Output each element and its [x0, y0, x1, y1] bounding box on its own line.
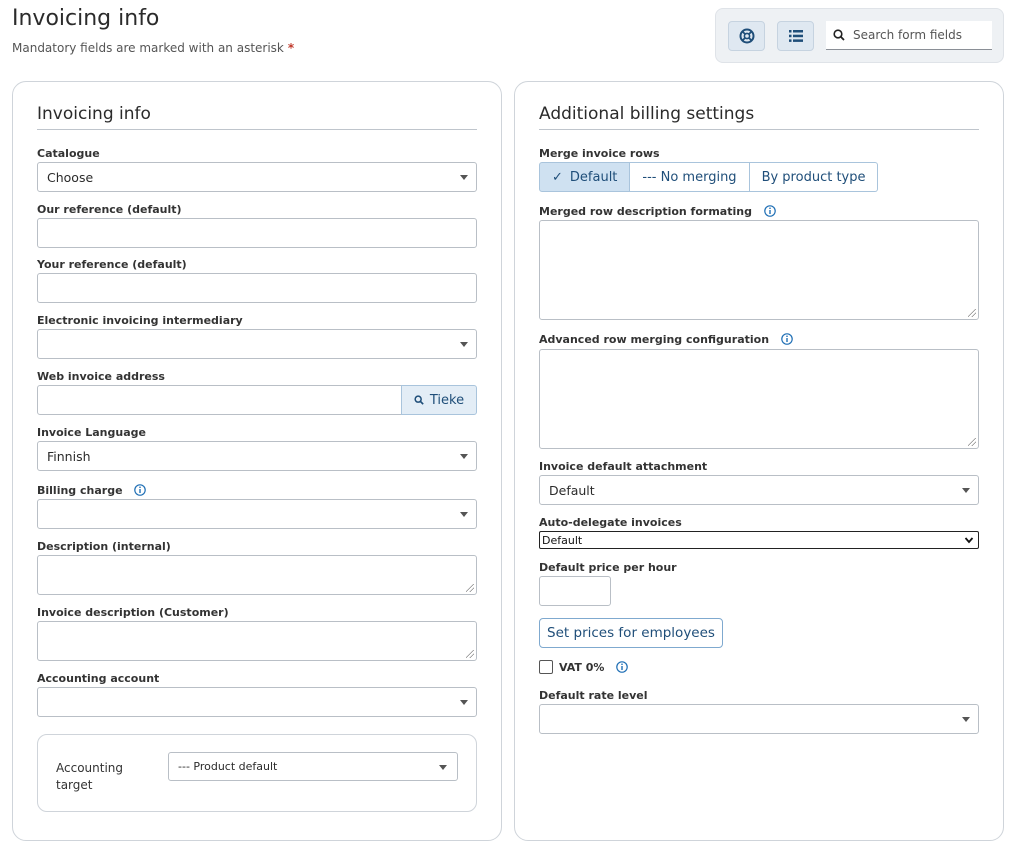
search-box	[826, 21, 992, 50]
info-icon[interactable]	[134, 484, 147, 496]
catalogue-value: Choose	[47, 169, 94, 185]
billing-charge-label: Billing charge	[37, 484, 147, 497]
description-internal-textarea[interactable]	[37, 555, 477, 595]
divider	[539, 129, 979, 130]
page-toolbar	[715, 8, 1004, 63]
chevron-down-icon	[439, 765, 447, 770]
einvoicing-intermediary-select[interactable]	[37, 329, 477, 359]
advanced-row-merging-label-text: Advanced row merging configuration	[539, 333, 770, 346]
merge-option-default-label: Default	[569, 169, 618, 185]
invoice-language-label: Invoice Language	[37, 426, 146, 439]
tieke-label: Tieke	[429, 392, 465, 408]
advanced-row-merging-label: Advanced row merging configuration	[539, 333, 793, 346]
card-title: Additional billing settings	[539, 104, 755, 124]
merge-option-default[interactable]: ✓ Default	[539, 162, 631, 192]
merge-option-no-merging-label: --- No merging	[642, 169, 737, 185]
chevron-down-icon	[460, 454, 468, 459]
catalogue-select[interactable]: Choose	[37, 162, 477, 192]
einvoicing-intermediary-label: Electronic invoicing intermediary	[37, 314, 243, 327]
web-invoice-address-input[interactable]	[37, 385, 402, 415]
merged-row-description-label-text: Merged row description formating	[539, 205, 752, 218]
auto-delegate-label: Auto-delegate invoices	[539, 516, 682, 529]
merged-row-description-textarea[interactable]	[539, 220, 979, 320]
vat-zero-label: VAT 0%	[559, 661, 629, 674]
mandatory-note: Mandatory fields are marked with an aste…	[12, 41, 284, 55]
invoice-default-attachment-select[interactable]: Default	[539, 475, 979, 505]
chevron-down-icon	[460, 342, 468, 347]
merge-option-by-product-type[interactable]: By product type	[749, 162, 879, 192]
merge-option-no-merging[interactable]: --- No merging	[630, 162, 750, 192]
default-rate-level-select[interactable]	[539, 704, 979, 734]
chevron-down-icon	[962, 717, 970, 722]
chevron-down-icon	[460, 512, 468, 517]
accounting-target-value: --- Product default	[178, 760, 278, 773]
chevron-down-icon	[460, 175, 468, 180]
invoice-language-select[interactable]: Finnish	[37, 441, 477, 471]
accounting-target-box: Accounting target --- Product default	[37, 734, 477, 812]
your-reference-label: Your reference (default)	[37, 258, 187, 271]
list-icon	[788, 30, 803, 42]
web-invoice-address-label: Web invoice address	[37, 370, 165, 383]
accounting-target-label: Accounting target	[56, 761, 124, 792]
required-asterisk: *	[287, 41, 295, 55]
invoice-description-customer-textarea[interactable]	[37, 621, 477, 661]
billing-charge-label-text: Billing charge	[37, 484, 123, 497]
invoice-default-attachment-value: Default	[549, 482, 595, 498]
set-prices-for-employees-button[interactable]: Set prices for employees	[539, 618, 723, 648]
auto-delegate-value: Default	[542, 533, 583, 547]
your-reference-input[interactable]	[37, 273, 477, 303]
merged-row-description-label: Merged row description formating	[539, 205, 776, 218]
help-button[interactable]	[728, 21, 765, 51]
chevron-down-icon	[460, 700, 468, 705]
vat-zero-label-text: VAT 0%	[559, 661, 605, 674]
catalogue-label: Catalogue	[37, 147, 100, 160]
invoice-default-attachment-label: Invoice default attachment	[539, 460, 708, 473]
page-title: Invoicing info	[12, 6, 160, 31]
additional-billing-settings-card: Additional billing settings Merge invoic…	[514, 81, 1004, 841]
vat-zero-checkbox[interactable]	[539, 660, 553, 674]
billing-charge-select[interactable]	[37, 499, 477, 529]
info-icon[interactable]	[763, 205, 776, 217]
our-reference-input[interactable]	[37, 218, 477, 248]
merge-option-by-product-type-label: By product type	[761, 169, 866, 185]
list-view-button[interactable]	[777, 21, 814, 51]
accounting-target-select[interactable]: --- Product default	[168, 752, 458, 781]
invoice-language-value: Finnish	[47, 448, 91, 464]
resize-handle-icon[interactable]	[466, 584, 474, 592]
lifebuoy-icon	[739, 28, 754, 44]
page-subtitle: Mandatory fields are marked with an aste…	[12, 41, 294, 55]
resize-handle-icon[interactable]	[466, 650, 474, 658]
invoicing-info-card: Invoicing info Catalogue Choose Our refe…	[12, 81, 502, 841]
merge-invoice-rows-segmented-control: ✓ Default --- No merging By product type	[539, 162, 879, 192]
merge-invoice-rows-label: Merge invoice rows	[539, 147, 660, 160]
chevron-down-icon	[964, 537, 974, 544]
check-icon: ✓	[552, 169, 563, 185]
resize-handle-icon[interactable]	[968, 438, 976, 446]
default-price-per-hour-label: Default price per hour	[539, 561, 677, 574]
accounting-account-select[interactable]	[37, 687, 477, 717]
info-icon[interactable]	[781, 333, 793, 345]
search-icon	[833, 29, 845, 41]
card-title: Invoicing info	[37, 104, 151, 124]
info-icon[interactable]	[616, 661, 629, 673]
advanced-row-merging-textarea[interactable]	[539, 349, 979, 449]
auto-delegate-select[interactable]: Default	[539, 531, 979, 549]
description-internal-label: Description (internal)	[37, 540, 171, 553]
chevron-down-icon	[962, 488, 970, 493]
search-icon	[414, 395, 424, 405]
default-price-per-hour-input[interactable]	[539, 576, 611, 606]
our-reference-label: Our reference (default)	[37, 203, 182, 216]
resize-handle-icon[interactable]	[968, 309, 976, 317]
default-rate-level-label: Default rate level	[539, 689, 648, 702]
tieke-search-button[interactable]: Tieke	[401, 385, 477, 415]
divider	[37, 129, 477, 130]
invoice-description-customer-label: Invoice description (Customer)	[37, 606, 229, 619]
accounting-account-label: Accounting account	[37, 672, 160, 685]
search-form-fields-input[interactable]	[851, 27, 991, 43]
